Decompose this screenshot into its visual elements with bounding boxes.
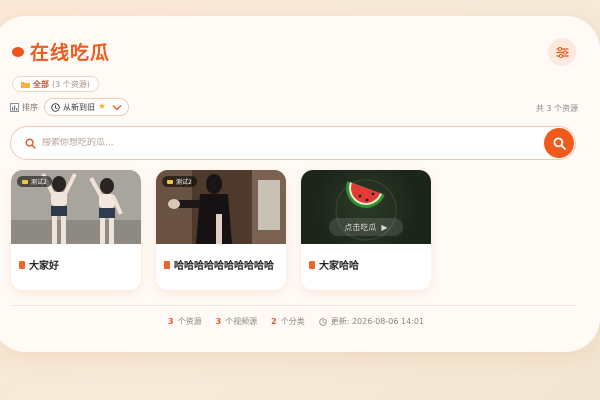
stat-categories: 2 个分类 <box>271 316 305 327</box>
stat-resources-label: 个资源 <box>177 317 202 326</box>
search-bar <box>10 126 576 160</box>
resource-card[interactable]: 点击吃瓜 ▶ 大家哈哈 <box>301 170 431 290</box>
card-title-text: 大家好 <box>29 261 59 272</box>
card-thumbnail: 点击吃瓜 ▶ <box>301 170 431 244</box>
stat-resources-num: 3 <box>168 317 174 326</box>
sort-select[interactable]: 从新到旧 ★ <box>44 98 130 116</box>
card-title: 大家哈哈 <box>309 257 425 272</box>
play-overlay[interactable]: 点击吃瓜 ▶ <box>329 218 403 236</box>
play-overlay-label: 点击吃瓜 <box>344 222 377 232</box>
search-button[interactable] <box>544 128 574 158</box>
sort-label: 排序 <box>22 102 38 112</box>
stat-videos: 3 个视频源 <box>216 316 258 327</box>
brand-dot-icon <box>12 46 24 57</box>
card-title: 哈哈哈哈哈哈哈哈哈哈 <box>164 257 280 272</box>
clock-icon <box>51 102 60 112</box>
search-icon <box>553 137 566 150</box>
sort-value: 从新到旧 <box>63 102 95 112</box>
card-tag-label: 测试2 <box>176 179 192 186</box>
clock-icon <box>319 317 327 326</box>
folder-icon <box>167 179 173 184</box>
document-icon <box>164 260 170 269</box>
stat-resources: 3 个资源 <box>168 316 202 327</box>
stat-updated: 更新: 2026-08-06 14:01 <box>319 316 424 327</box>
category-chip-label: 全部 <box>33 79 49 89</box>
card-title-text: 哈哈哈哈哈哈哈哈哈哈 <box>174 261 274 272</box>
category-chip-count: (3 个资源) <box>52 79 90 89</box>
resource-card[interactable]: 测试2 大家好 <box>11 170 141 290</box>
chevron-down-icon <box>112 104 122 110</box>
stat-videos-num: 3 <box>215 317 222 326</box>
search-icon <box>25 137 36 149</box>
total-count: 共 3 个资源 <box>535 104 578 113</box>
search-input[interactable] <box>42 138 512 148</box>
category-chip-all[interactable]: 全部 (3 个资源) <box>12 76 99 92</box>
stat-updated-text: 更新: 2026-08-06 14:01 <box>330 317 425 326</box>
sort-row: 排序 从新到旧 ★ <box>10 98 130 116</box>
footer-stats: 3 个资源 3 个视频源 2 个分类 更新: 2026-08-06 14:01 <box>168 316 438 327</box>
card-thumbnail: 测试2 <box>156 170 286 244</box>
card-tag: 测试2 <box>162 176 197 187</box>
resource-card[interactable]: 测试2 哈哈哈哈哈哈哈哈哈哈 <box>156 170 286 290</box>
page-title: 在线吃瓜 <box>30 42 111 64</box>
card-tag: 测试2 <box>17 176 52 187</box>
header: 在线吃瓜 <box>12 38 110 65</box>
bar-chart-icon <box>10 102 19 112</box>
stat-categories-label: 个分类 <box>280 317 305 326</box>
card-tag-label: 测试2 <box>31 179 47 186</box>
document-icon <box>309 260 315 269</box>
stat-videos-label: 个视频源 <box>225 317 258 326</box>
card-title-text: 大家哈哈 <box>319 261 359 272</box>
play-icon: ▶ <box>381 222 388 232</box>
footer-divider <box>12 305 576 306</box>
card-title: 大家好 <box>19 257 135 272</box>
sliders-icon <box>555 46 569 58</box>
stat-categories-num: 2 <box>271 317 277 326</box>
document-icon <box>19 260 25 269</box>
folder-icon <box>21 81 30 88</box>
star-icon: ★ <box>98 102 107 112</box>
folder-icon <box>22 179 28 184</box>
card-thumbnail: 测试2 <box>11 170 141 244</box>
settings-button[interactable] <box>548 38 576 66</box>
